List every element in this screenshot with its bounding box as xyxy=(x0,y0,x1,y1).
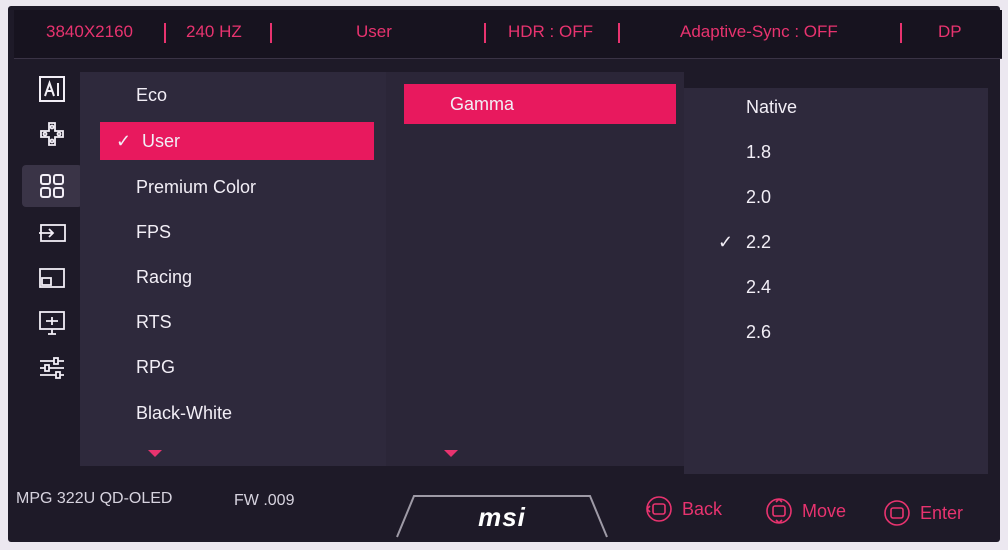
settings-sliders-icon[interactable] xyxy=(22,347,82,389)
gamma-option-label: 2.4 xyxy=(746,277,772,297)
checkmark-icon: ✓ xyxy=(116,131,132,151)
mode-item-label: FPS xyxy=(136,222,172,242)
mode-item-premium-color[interactable]: Premium Color xyxy=(136,168,376,206)
gamma-option-1-8[interactable]: 1.8 xyxy=(746,133,966,171)
mode-readout: User xyxy=(356,22,392,41)
sub-menu-panel: Gamma xyxy=(386,72,684,466)
gamepad-icon[interactable] xyxy=(22,113,82,155)
gamma-option-label: 2.6 xyxy=(746,322,772,342)
checkmark-icon: ✓ xyxy=(718,232,734,252)
status-divider xyxy=(900,23,902,43)
gamma-option-label: 2.0 xyxy=(746,187,772,207)
submenu-item-label: Gamma xyxy=(450,94,515,114)
move-label: Move xyxy=(802,500,847,521)
brand-wordmark: msi xyxy=(478,502,526,532)
mode-item-label: RTS xyxy=(136,312,172,332)
mode-item-label: Eco xyxy=(136,85,168,105)
status-divider xyxy=(484,23,486,43)
mode-list-panel: Eco ✓ User Premium Color FPS Racing RTS R… xyxy=(80,72,386,466)
status-divider xyxy=(270,23,272,43)
model-name: MPG 322U QD-OLED xyxy=(16,490,173,507)
pip-icon[interactable] xyxy=(22,257,82,299)
mode-item-rts[interactable]: RTS xyxy=(136,303,376,341)
msi-logo: msi xyxy=(396,494,608,538)
display-icon[interactable] xyxy=(22,302,82,344)
joystick-ok-icon xyxy=(646,496,672,522)
status-divider xyxy=(164,23,166,43)
mode-item-racing[interactable]: Racing xyxy=(136,258,376,296)
ai-icon[interactable] xyxy=(22,68,82,110)
gamma-option-native[interactable]: Native xyxy=(746,88,966,126)
status-bar: 3840X2160 240 HZ User HDR : OFF Adaptive… xyxy=(14,10,1002,59)
mode-item-label: Racing xyxy=(136,267,193,287)
mode-item-label: Black-White xyxy=(136,403,233,423)
gamma-option-2-4[interactable]: 2.4 xyxy=(746,268,966,306)
apps-grid-icon[interactable] xyxy=(22,165,82,207)
scroll-down-arrow-icon[interactable] xyxy=(148,450,162,457)
adaptive-sync-readout: Adaptive-Sync : OFF xyxy=(680,22,838,41)
mode-item-black-white[interactable]: Black-White xyxy=(136,394,376,432)
input-source-icon[interactable] xyxy=(22,212,82,254)
enter-label: Enter xyxy=(920,502,964,523)
scroll-down-arrow-icon[interactable] xyxy=(444,450,458,457)
gamma-option-label: 2.2 xyxy=(746,232,772,252)
mode-item-label: RPG xyxy=(136,357,176,377)
mode-item-rpg[interactable]: RPG xyxy=(136,348,376,386)
mode-item-label: Premium Color xyxy=(136,177,257,197)
input-source-readout: DP xyxy=(938,22,962,41)
enter-button[interactable]: Enter xyxy=(882,498,963,528)
category-icon-column xyxy=(22,68,82,466)
status-divider xyxy=(618,23,620,43)
gamma-option-2-6[interactable]: 2.6 xyxy=(746,313,966,351)
osd-menu: 3840X2160 240 HZ User HDR : OFF Adaptive… xyxy=(8,6,1002,542)
gamma-option-2-2[interactable]: ✓ 2.2 xyxy=(718,223,966,261)
joystick-ok-icon xyxy=(766,498,792,524)
gamma-option-label: Native xyxy=(746,97,798,117)
submenu-item-gamma[interactable]: Gamma xyxy=(404,84,676,124)
move-button[interactable]: Move xyxy=(764,496,846,526)
mode-item-fps[interactable]: FPS xyxy=(136,213,376,251)
resolution-readout: 3840X2160 xyxy=(46,22,133,41)
joystick-ok-icon xyxy=(884,500,910,526)
gamma-option-label: 1.8 xyxy=(746,142,772,162)
mode-item-eco[interactable]: Eco xyxy=(136,76,376,114)
hdr-readout: HDR : OFF xyxy=(508,22,593,41)
footer-bar: MPG 322U QD-OLED FW .009 msi Back Move E… xyxy=(0,470,1008,550)
mode-item-user[interactable]: ✓ User xyxy=(100,122,374,160)
back-button[interactable]: Back xyxy=(644,494,722,524)
mode-item-label: User xyxy=(142,131,181,151)
back-label: Back xyxy=(682,498,723,519)
refresh-rate-readout: 240 HZ xyxy=(186,22,242,41)
gamma-option-2-0[interactable]: 2.0 xyxy=(746,178,966,216)
firmware-version: FW .009 xyxy=(234,492,295,509)
gamma-options-panel: Native 1.8 2.0 ✓ 2.2 2.4 2.6 xyxy=(684,88,988,474)
